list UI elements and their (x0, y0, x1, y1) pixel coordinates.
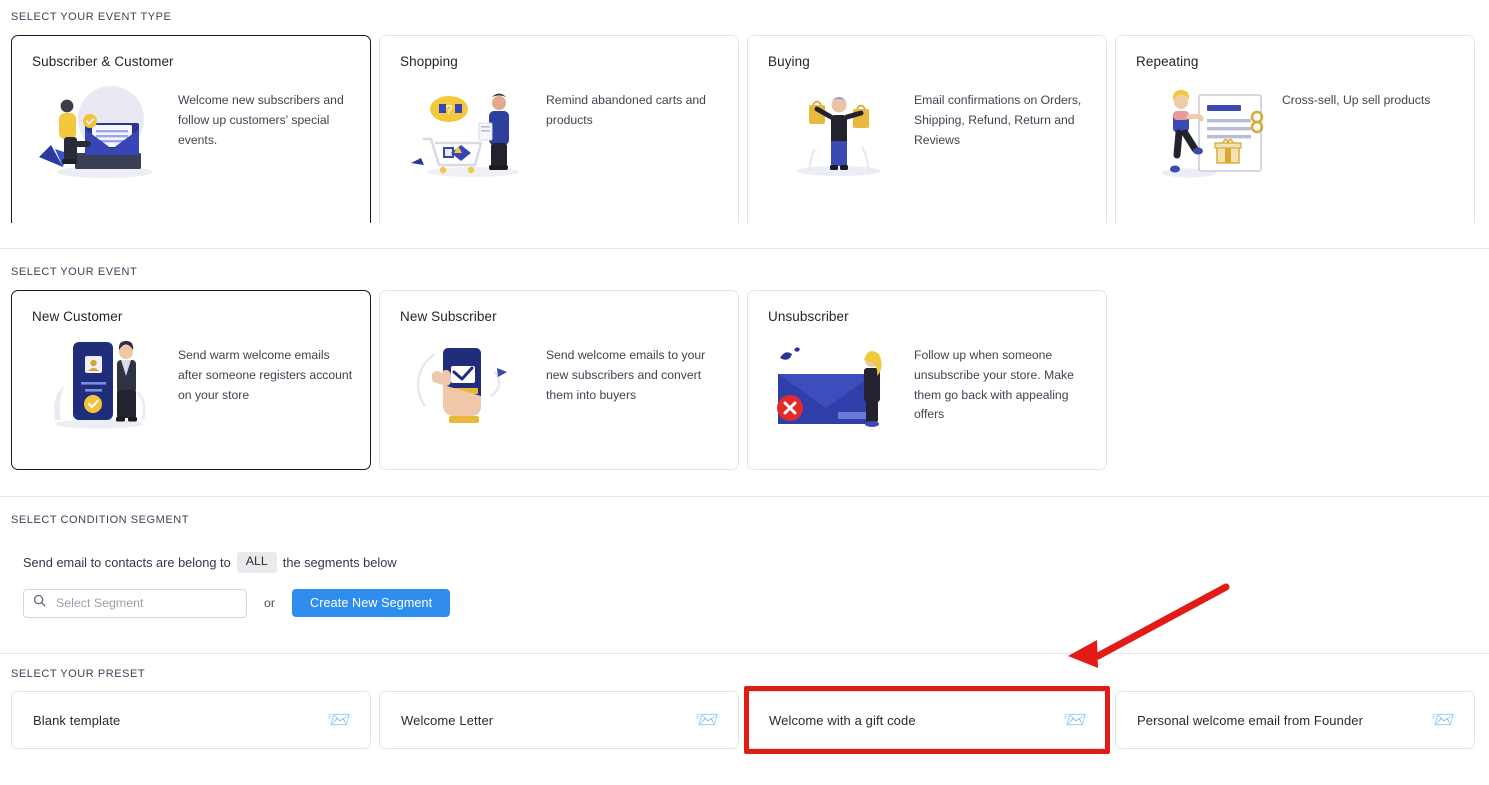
condition-sentence-before: Send email to contacts are belong to (23, 554, 231, 570)
preset-label: Welcome Letter (401, 712, 494, 728)
person-with-shopping-cart-illustration: ? (396, 77, 546, 185)
preset-card-row: Blank template 📨 Welcome Letter 📨 Welcom… (0, 691, 1489, 749)
condition-section-label: SELECT CONDITION SEGMENT (11, 514, 190, 526)
preset-label: Welcome with a gift code (769, 712, 916, 728)
event-description: Follow up when someone unsubscribe your … (914, 348, 1074, 422)
condition-controls: or Create New Segment (0, 588, 1489, 618)
envelope-with-red-x-illustration (764, 332, 914, 432)
event-type-section: SELECT YOUR EVENT TYPE Subscriber & Cust… (0, 0, 1489, 223)
incoming-envelope-icon: 📨 (695, 709, 719, 731)
event-type-title: Repeating (1136, 54, 1199, 69)
svg-text:?: ? (445, 102, 452, 117)
event-type-body: Welcome new subscribers and follow up cu… (12, 69, 370, 185)
or-label: or (264, 596, 276, 611)
event-type-title: Shopping (400, 54, 458, 69)
search-icon (33, 594, 46, 612)
event-type-body: Email confirmations on Orders, Shipping,… (748, 69, 1106, 185)
event-card-new-subscriber[interactable]: New Subscriber Send welcome emails to yo… (379, 290, 739, 470)
segment-search-box[interactable] (23, 588, 247, 618)
event-type-title: Subscriber & Customer (32, 54, 174, 69)
event-description: Send warm welcome emails after someone r… (178, 348, 353, 402)
condition-sentence: Send email to contacts are belong to ALL… (0, 552, 1489, 573)
incoming-envelope-icon: 📨 (1063, 709, 1087, 731)
automation-builder-page: SELECT YOUR EVENT TYPE Subscriber & Cust… (0, 0, 1489, 785)
event-type-card-subscriber-customer[interactable]: Subscriber & Customer Welcome new subscr… (11, 35, 371, 223)
event-title: New Customer (32, 309, 123, 324)
event-type-body: Cross-sell, Up sell products (1116, 69, 1474, 185)
preset-section-label: SELECT YOUR PRESET (11, 668, 146, 680)
event-type-description: Email confirmations on Orders, Shipping,… (914, 93, 1082, 147)
preset-card-welcome-letter[interactable]: Welcome Letter 📨 (379, 691, 739, 749)
event-type-card-repeating[interactable]: Repeating Cross-sell, Up sell products (1115, 35, 1475, 223)
event-title: Unsubscriber (768, 309, 849, 324)
event-type-title: Buying (768, 54, 810, 69)
event-description: Send welcome emails to your new subscrib… (546, 348, 706, 402)
match-type-badge[interactable]: ALL (236, 552, 277, 573)
preset-label: Blank template (33, 712, 121, 728)
person-with-gift-document-illustration (1132, 77, 1282, 185)
section-divider-2 (0, 496, 1489, 497)
section-divider-1 (0, 248, 1489, 249)
event-section: SELECT YOUR EVENT New Customer Send warm… (0, 266, 1489, 470)
event-type-section-label: SELECT YOUR EVENT TYPE (11, 11, 172, 23)
hand-holding-phone-checkmark-illustration (396, 332, 546, 432)
incoming-envelope-icon: 📨 (1431, 709, 1455, 731)
condition-sentence-after: the segments below (282, 554, 397, 570)
preset-label: Personal welcome email from Founder (1137, 712, 1364, 728)
event-type-card-shopping[interactable]: Shopping ? Remind abandoned carts and pr… (379, 35, 739, 223)
event-type-description: Remind abandoned carts and products (546, 93, 706, 127)
event-title: New Subscriber (400, 309, 497, 324)
preset-card-welcome-with-a-gift-code[interactable]: Welcome with a gift code 📨 (747, 691, 1107, 749)
person-with-envelope-illustration (28, 77, 178, 185)
event-section-label: SELECT YOUR EVENT (11, 266, 138, 278)
event-card-unsubscriber[interactable]: Unsubscriber Follow up when someone unsu… (747, 290, 1107, 470)
event-type-body: ? Remind abandoned carts and products (380, 69, 738, 185)
event-type-description: Cross-sell, Up sell products (1282, 93, 1431, 107)
event-type-description: Welcome new subscribers and follow up cu… (178, 93, 344, 147)
create-new-segment-button[interactable]: Create New Segment (292, 589, 451, 618)
segment-search-input[interactable] (54, 595, 237, 612)
preset-card-blank-template[interactable]: Blank template 📨 (11, 691, 371, 749)
event-body: Send welcome emails to your new subscrib… (380, 324, 738, 432)
phone-profile-person-illustration (28, 332, 178, 432)
event-body: Send warm welcome emails after someone r… (12, 324, 370, 432)
event-body: Follow up when someone unsubscribe your … (748, 324, 1106, 432)
section-divider-3 (0, 653, 1489, 654)
event-type-card-buying[interactable]: Buying Email confirmations on Orders, Sh… (747, 35, 1107, 223)
event-type-card-row: Subscriber & Customer Welcome new subscr… (0, 35, 1489, 223)
condition-segment-section: SELECT CONDITION SEGMENT Send email to c… (0, 514, 1489, 618)
bottom-spacer (0, 762, 1489, 785)
event-card-new-customer[interactable]: New Customer Send warm welcome emails af… (11, 290, 371, 470)
incoming-envelope-icon: 📨 (327, 709, 351, 731)
person-holding-shopping-bags-illustration (764, 77, 914, 185)
event-card-row: New Customer Send warm welcome emails af… (0, 290, 1489, 470)
preset-card-personal-welcome-email-from-founder[interactable]: Personal welcome email from Founder 📨 (1115, 691, 1475, 749)
preset-section: SELECT YOUR PRESET Blank template 📨 Welc… (0, 668, 1489, 749)
